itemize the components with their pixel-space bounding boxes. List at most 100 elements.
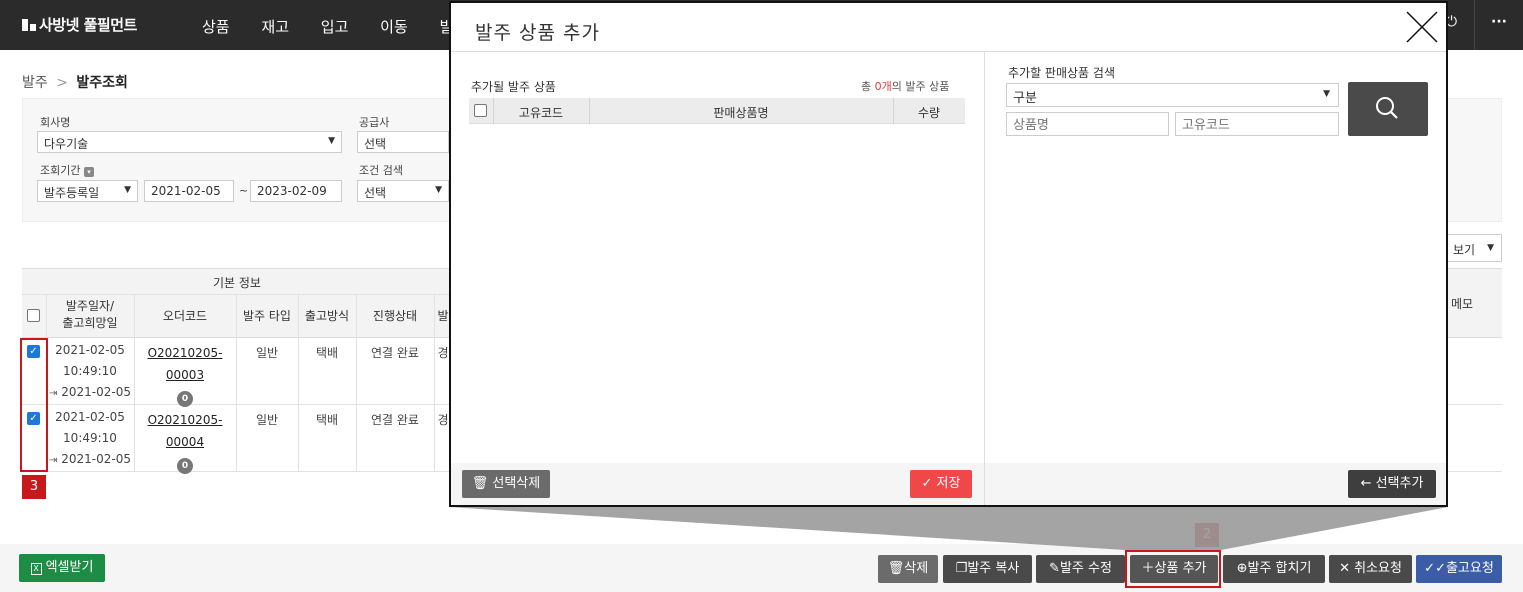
col-product-name: 판매상품명 [713,106,769,120]
memo-count-badge[interactable]: 0 [177,458,193,474]
selected-products-table-header: 고유코드 판매상품명 수량 [469,98,965,124]
more-menu-icon[interactable]: ··· [1491,14,1507,30]
edit-order-button[interactable]: ✎발주 수정 [1036,555,1125,583]
modal-column-divider [984,52,985,505]
col-quantity: 수량 [917,106,941,120]
table-row-order-code: O20210205-00003 0 [134,342,236,408]
release-request-button[interactable]: ✓✓출고요청 [1416,555,1502,583]
step-marker-3: 3 [22,475,46,499]
supplier-select[interactable]: 선택 [357,131,449,153]
nav-item-transfer[interactable]: 이동 [380,16,408,37]
company-select[interactable]: 다우기술 ▼ [37,131,342,153]
date-from-input[interactable]: 2021-02-05 [144,180,234,202]
copy-icon: ❐ [955,561,968,576]
step-marker-2: 2 [1195,523,1219,547]
order-code-link[interactable]: O20210205-00004 [134,409,236,453]
selected-products-heading: 추가될 발주 상품 [471,80,556,94]
main-nav: 상품 재고 입고 이동 발 [202,16,480,37]
select-all-products-checkbox[interactable] [474,104,487,117]
brand-logo[interactable]: 사방넷 풀필먼트 [22,14,137,35]
search-products-heading: 추가할 판매상품 검색 [1008,66,1115,80]
add-selected-button[interactable]: ← 선택추가 [1348,470,1436,498]
col-order-type: 발주 타입 [243,309,291,323]
highlight-add-product [1125,550,1221,588]
memo-count-badge[interactable]: 0 [177,391,193,407]
due-date-icon: ⇥ [49,388,58,399]
group-header-basic-info: 기본 정보 [213,276,261,290]
nav-item-products[interactable]: 상품 [202,16,230,37]
due-date-icon: ⇥ [49,455,58,466]
highlight-row-checkboxes [20,338,48,472]
category-select[interactable]: 구분 ▼ [1006,83,1339,107]
period-type-select[interactable]: 발주등록일 ▼ [37,180,138,202]
close-icon: ✕ [1339,561,1355,576]
period-toggle-icon[interactable]: ▾ [83,167,94,177]
product-name-input[interactable] [1006,112,1169,136]
period-label: 조회기간 ▾ [40,162,94,178]
col-status: 진행상태 [372,309,418,323]
table-row-ship: 택배 [315,413,339,427]
col-divider [434,295,435,471]
col-ship-method: 출고방식 [304,309,350,323]
merge-order-button[interactable]: ⊕발주 합치기 [1223,555,1325,583]
search-button[interactable] [1348,82,1428,136]
date-to-input[interactable]: 2023-02-09 [250,180,342,202]
col-divider [236,295,237,471]
breadcrumb-separator-icon: > [56,75,68,91]
save-button[interactable]: ✓ 저장 [910,470,972,498]
condition-label: 조건 검색 [359,164,403,177]
logo-mark-icon [22,19,36,31]
col-order-code: 오더코드 [162,309,208,323]
delete-selected-button[interactable]: 🗑 선택삭제 [462,470,550,498]
check-icon: ✓ [921,476,937,491]
excel-icon: X [30,563,42,575]
table-row-status: 연결 완료 [371,413,419,427]
date-range-separator: ~ [239,184,249,197]
col-order-date: 발주일자/ 출고희망일 [62,299,118,330]
supplier-label: 공급사 [359,116,390,129]
table-row-date: 2021-02-05 10:49:10 ⇥ 2021-02-05 [49,410,131,466]
excel-download-button[interactable]: X 엑셀받기 [19,554,105,582]
col-product-code: 고유코드 [518,106,564,120]
breadcrumb-root[interactable]: 발주 [22,75,48,91]
selected-count: 총 0개의 발주 상품 [861,80,950,93]
nav-item-inbound[interactable]: 입고 [321,16,349,37]
search-icon [1376,97,1398,119]
dropdown-arrow-icon: ▼ [124,185,131,195]
table-row-date: 2021-02-05 10:49:10 ⇥ 2021-02-05 [49,343,131,399]
nav-item-inventory[interactable]: 재고 [261,16,289,37]
table-row-type: 일반 [255,346,279,360]
merge-icon: ⊕ [1236,561,1248,576]
dropdown-arrow-icon: ▼ [328,136,335,146]
product-code-input[interactable] [1175,112,1339,136]
col-divider [298,295,299,471]
double-check-icon: ✓✓ [1424,561,1446,576]
col-divider [356,295,357,471]
condition-select[interactable]: 선택 ▼ [357,180,449,202]
dropdown-arrow-icon: ▼ [1487,243,1494,253]
dropdown-arrow-icon: ▼ [1323,89,1330,99]
trash-icon: 🗑 [471,476,493,491]
topbar-divider [1474,0,1475,50]
dropdown-arrow-icon: ▼ [435,185,442,195]
company-label: 회사명 [40,116,71,129]
modal-title: 발주 상품 추가 [475,22,600,44]
table-row-status: 연결 완료 [371,346,419,360]
delete-button[interactable]: 🗑삭제 [878,555,938,583]
breadcrumb-current: 발주조회 [76,75,128,91]
select-all-checkbox[interactable] [27,309,40,322]
modal-header-divider [451,51,1446,52]
cancel-request-button[interactable]: ✕ 취소요청 [1329,555,1412,583]
close-icon[interactable] [1405,10,1439,44]
breadcrumb: 발주 > 발주조회 [22,72,128,92]
trash-icon: 🗑 [887,561,905,576]
copy-order-button[interactable]: ❐발주 복사 [943,555,1032,583]
header-divider [22,294,452,295]
edit-icon: ✎ [1049,561,1060,576]
table-row-ship: 택배 [315,346,339,360]
table-row-type: 일반 [255,413,279,427]
table-row-order-code: O20210205-00004 0 [134,409,236,475]
arrow-left-icon: ← [1360,476,1376,491]
order-code-link[interactable]: O20210205-00003 [134,342,236,386]
col-memo: 메모 [1450,297,1474,311]
